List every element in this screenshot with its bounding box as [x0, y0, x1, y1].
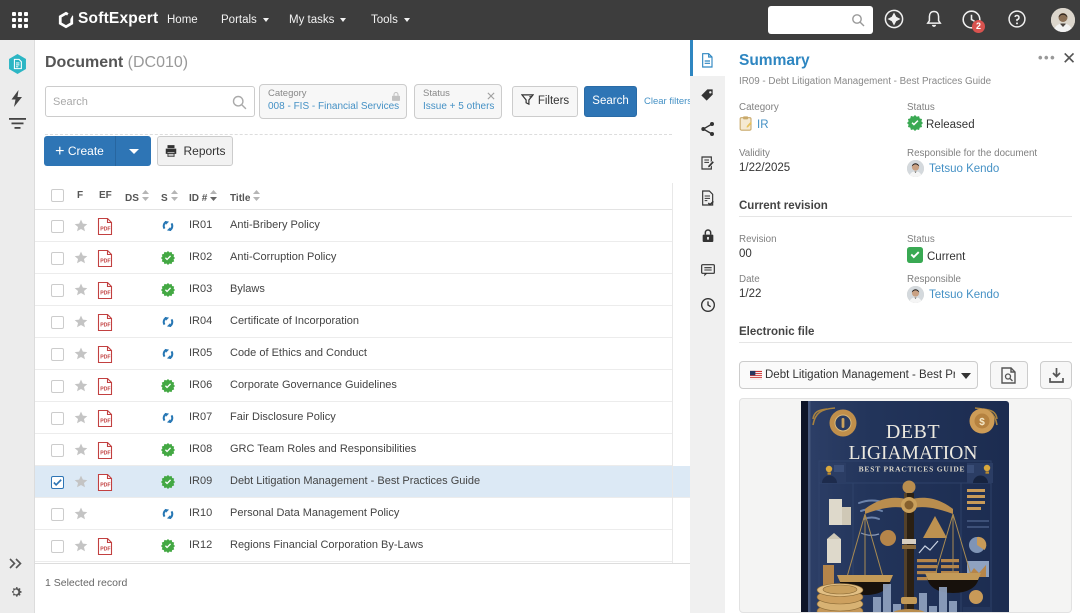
svg-text:PDF: PDF	[100, 227, 110, 233]
svg-text:PDF: PDF	[100, 419, 110, 425]
svg-text:PDF: PDF	[100, 483, 110, 489]
svg-text:PDF: PDF	[100, 387, 110, 393]
svg-text:$: $	[979, 417, 985, 428]
svg-text:PDF: PDF	[100, 323, 110, 329]
svg-text:PDF: PDF	[100, 355, 110, 361]
svg-text:PDF: PDF	[100, 259, 110, 265]
svg-text:DEBT: DEBT	[886, 421, 940, 443]
svg-text:PDF: PDF	[100, 547, 110, 553]
svg-text:PDF: PDF	[100, 451, 110, 457]
svg-text:PDF: PDF	[100, 291, 110, 297]
svg-text:BEST PRACTICES GUIDE: BEST PRACTICES GUIDE	[859, 465, 966, 474]
